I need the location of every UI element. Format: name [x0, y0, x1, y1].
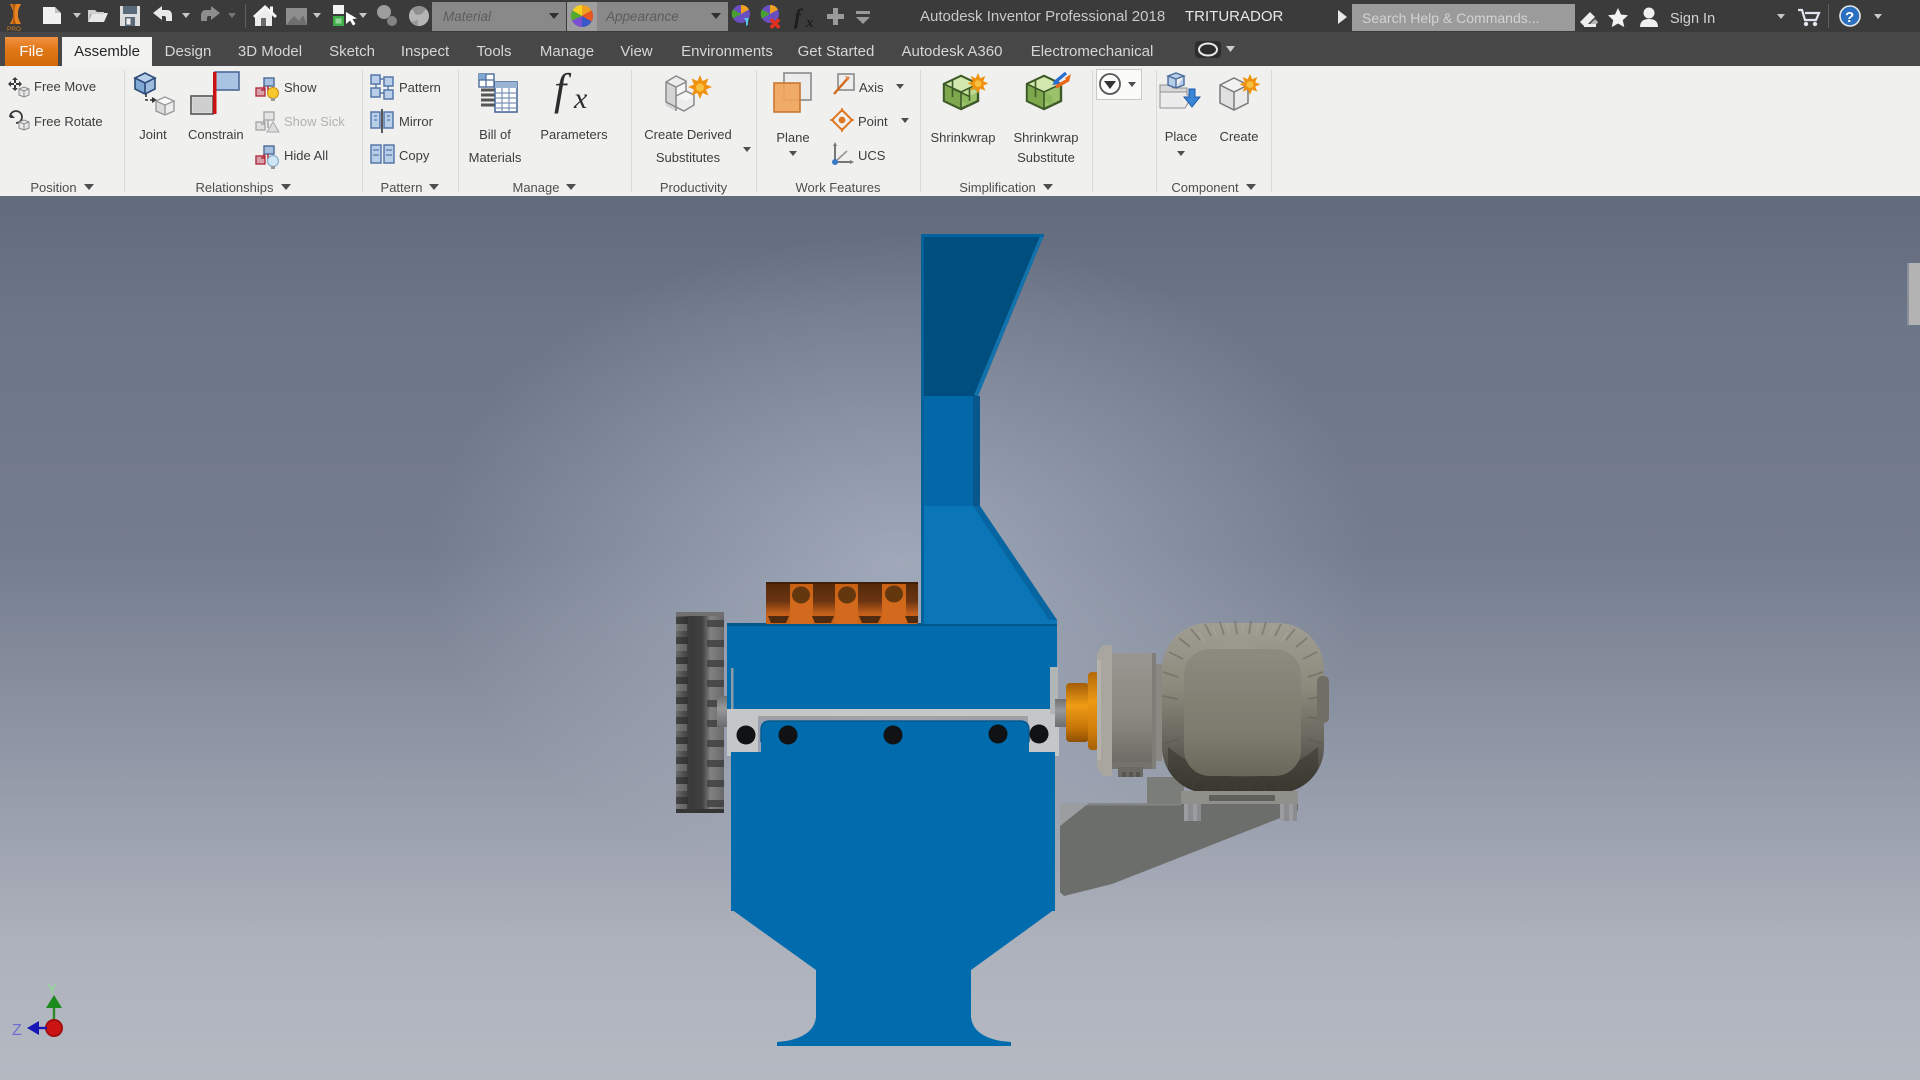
- svg-text:Autodesk Inventor Professional: Autodesk Inventor Professional 2018: [920, 8, 1165, 25]
- svg-text:?: ?: [1845, 9, 1854, 26]
- svg-text:x: x: [805, 15, 814, 31]
- svg-text:Appearance: Appearance: [605, 9, 679, 24]
- svg-text:Y: Y: [47, 981, 57, 998]
- svg-text:TRITURADOR: TRITURADOR: [1185, 8, 1283, 25]
- svg-text:Material: Material: [443, 9, 492, 24]
- svg-text:Sign In: Sign In: [1670, 11, 1715, 27]
- svg-text:Search Help & Commands...: Search Help & Commands...: [1362, 10, 1539, 26]
- svg-text:Z: Z: [12, 1022, 22, 1039]
- svg-text:f: f: [794, 4, 804, 29]
